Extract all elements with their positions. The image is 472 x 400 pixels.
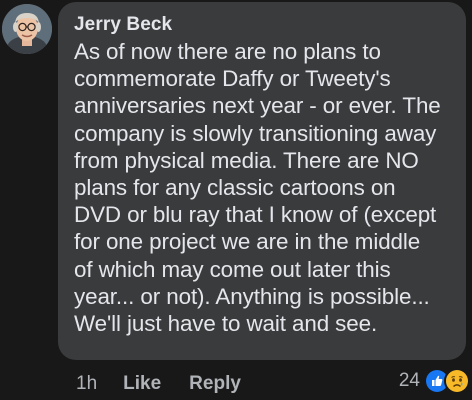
comment-bubble: Jerry Beck As of now there are no plans …	[58, 2, 466, 360]
comment-actions: 1h Like Reply	[76, 372, 241, 396]
avatar[interactable]	[2, 4, 52, 54]
comment-screen: Jerry Beck As of now there are no plans …	[0, 0, 472, 400]
reaction-icons	[424, 368, 470, 394]
sad-reaction-icon	[444, 368, 470, 394]
profile-photo-icon	[2, 4, 52, 54]
comment-timestamp[interactable]: 1h	[76, 373, 97, 395]
comment-text: As of now there are no plans to commemor…	[74, 39, 441, 337]
reply-button[interactable]: Reply	[189, 373, 241, 395]
comment-author[interactable]: Jerry Beck	[74, 14, 456, 36]
like-button[interactable]: Like	[123, 373, 161, 395]
reaction-summary[interactable]: 24	[399, 368, 470, 394]
reaction-count: 24	[398, 370, 420, 391]
